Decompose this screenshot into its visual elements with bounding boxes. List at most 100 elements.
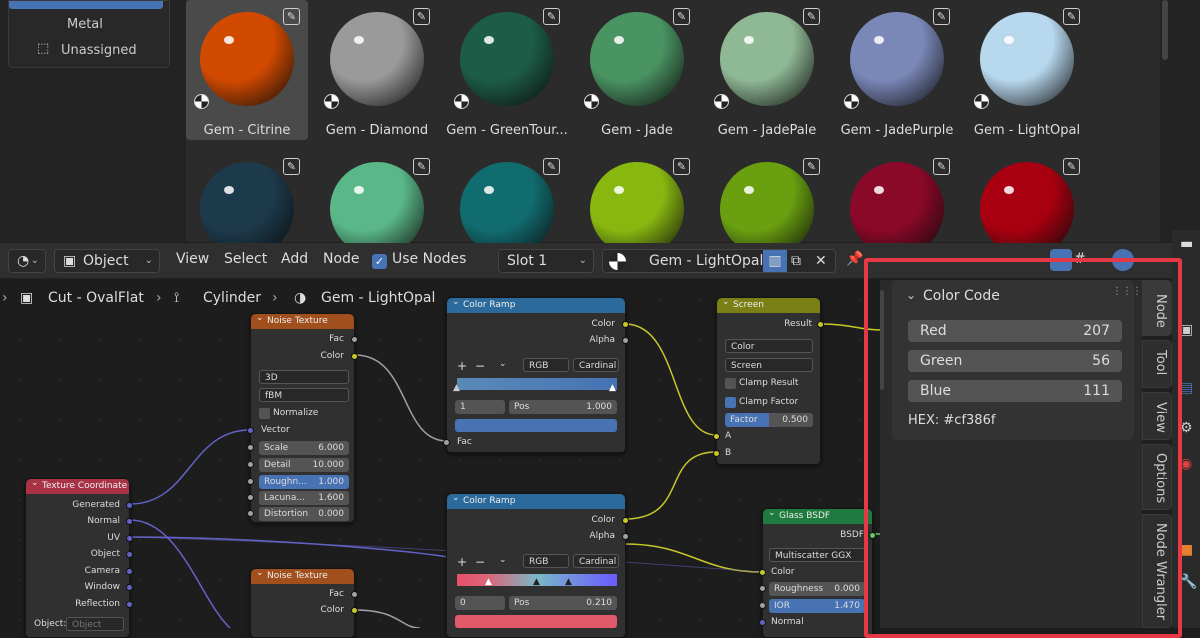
socket-object[interactable] <box>126 551 133 558</box>
socket-color[interactable] <box>351 353 358 360</box>
clamp-result-checkbox[interactable] <box>725 378 736 389</box>
ior-field[interactable]: IOR 1.470 <box>769 599 865 613</box>
socket-alpha[interactable] <box>622 337 629 344</box>
input-normal: Normal <box>771 617 804 627</box>
detail-field[interactable]: Detail 10.000 <box>259 458 349 472</box>
socket-scale[interactable] <box>247 444 254 451</box>
stop-color-swatch[interactable] <box>455 615 617 628</box>
add-stop-button[interactable]: + <box>457 555 467 569</box>
stop-marker[interactable]: ▲ <box>533 577 540 587</box>
chevron-right-icon: › <box>272 290 278 306</box>
breadcrumb-material: Gem - LightOpal <box>321 290 436 306</box>
socket-color[interactable] <box>351 607 358 614</box>
chevron-right-icon: › <box>2 290 8 306</box>
chevron-down-icon[interactable]: ⌄ <box>499 555 507 565</box>
socket-distortion[interactable] <box>247 510 254 517</box>
scale-field[interactable]: Scale 6.000 <box>259 441 349 455</box>
color-ramp-node[interactable]: Color Ramp Color Alpha + − ⌄ RGB Cardina… <box>443 295 629 453</box>
socket-generated[interactable] <box>126 502 133 509</box>
stop-position-field[interactable]: Pos 0.210 <box>509 596 617 610</box>
texture-coordinate-node[interactable]: Texture Coordinate Generated Normal UV O… <box>25 476 133 638</box>
socket-reflection[interactable] <box>126 601 133 608</box>
noise-texture-node[interactable]: Noise Texture Fac Color 3D fBM Normalize… <box>247 311 358 523</box>
dimensions-dropdown[interactable]: 3D <box>259 370 349 384</box>
noise-type-dropdown[interactable]: fBM <box>259 388 349 402</box>
color-mode-dropdown[interactable]: RGB <box>523 554 569 568</box>
stop-position-field[interactable]: Pos 1.000 <box>509 400 617 414</box>
glass-bsdf-node[interactable]: Glass BSDF BSDF Multiscatter GGX Color R… <box>759 506 876 638</box>
color-ramp-node-2[interactable]: Color Ramp Color Alpha + − ⌄ RGB Cardina… <box>446 491 629 638</box>
socket-roughness[interactable] <box>247 478 254 485</box>
interpolation-dropdown[interactable]: Cardinal <box>573 358 619 372</box>
socket-lacunarity[interactable] <box>247 494 254 501</box>
socket-normal[interactable] <box>126 518 133 525</box>
socket-color[interactable] <box>622 321 629 328</box>
edit-icon[interactable]: ✎ <box>1063 158 1080 175</box>
color-ramp-bar[interactable] <box>457 378 617 390</box>
distribution-dropdown[interactable]: Multiscatter GGX <box>769 548 865 562</box>
socket-alpha[interactable] <box>622 533 629 540</box>
socket-window[interactable] <box>126 584 133 591</box>
socket-uv[interactable] <box>126 535 133 542</box>
stop-marker[interactable]: ▲ <box>453 383 460 393</box>
input-a: A <box>725 431 732 441</box>
output-reflection: Reflection <box>75 599 120 609</box>
node-header[interactable]: Noise Texture <box>251 311 354 329</box>
add-stop-button[interactable]: + <box>457 359 467 373</box>
socket-vector[interactable] <box>247 427 254 434</box>
stop-marker-active[interactable]: ▲ <box>609 383 616 393</box>
socket-color[interactable] <box>622 517 629 524</box>
socket-detail[interactable] <box>247 461 254 468</box>
normalize-checkbox[interactable] <box>259 408 270 419</box>
stop-marker[interactable]: ▲ <box>565 577 572 587</box>
factor-slider[interactable]: Factor 0.500 <box>725 413 813 427</box>
socket-camera[interactable] <box>126 568 133 575</box>
edit-icon[interactable]: ✎ <box>933 8 950 25</box>
stop-color-swatch[interactable] <box>455 419 617 432</box>
remove-stop-button[interactable]: − <box>475 555 485 569</box>
scrollbar[interactable] <box>1162 0 1168 60</box>
socket-result[interactable] <box>817 321 824 328</box>
blend-mode-dropdown[interactable]: Screen <box>725 358 813 372</box>
roughness-field[interactable]: Roughn... 1.000 <box>259 475 349 489</box>
mesh-icon: ⟟ <box>174 290 180 306</box>
data-type-dropdown[interactable]: Color <box>725 339 813 353</box>
modifier-icon[interactable]: 🔧 <box>1180 574 1197 590</box>
material-preview <box>980 12 1074 106</box>
socket-roughness[interactable] <box>759 585 766 592</box>
distortion-field[interactable]: Distortion 0.000 <box>259 507 349 521</box>
output-bsdf: BSDF <box>840 530 864 540</box>
edit-icon[interactable]: ✎ <box>933 158 950 175</box>
clamp-factor-checkbox[interactable] <box>725 397 736 408</box>
socket-color[interactable] <box>759 569 766 576</box>
stop-index-field[interactable]: 0 <box>455 596 505 610</box>
chevron-down-icon[interactable]: ⌄ <box>499 359 507 369</box>
roughness-field[interactable]: Roughness 0.000 <box>769 582 865 596</box>
color-mode-dropdown[interactable]: RGB <box>523 358 569 372</box>
lacunarity-field[interactable]: Lacuna... 1.600 <box>259 491 349 505</box>
object-field[interactable]: Object <box>66 617 124 631</box>
node-header[interactable]: Noise Texture <box>251 566 354 584</box>
interpolation-dropdown[interactable]: Cardinal <box>573 554 619 568</box>
socket-fac[interactable] <box>351 591 358 598</box>
socket-ior[interactable] <box>759 602 766 609</box>
stop-index-field[interactable]: 1 <box>455 400 505 414</box>
stop-marker-active[interactable]: ▲ <box>485 577 492 587</box>
material-tile[interactable]: ✎ Gem - LightOpal <box>966 0 1088 140</box>
node-header[interactable]: Glass BSDF <box>763 506 872 524</box>
socket-b[interactable] <box>713 450 720 457</box>
breadcrumb-mesh: Cylinder <box>203 290 261 306</box>
node-header[interactable]: Screen <box>717 295 820 313</box>
node-header[interactable]: Color Ramp <box>447 491 625 509</box>
socket-fac[interactable] <box>351 336 358 343</box>
node-header[interactable]: Texture Coordinate <box>26 476 129 494</box>
tool-icon[interactable]: ▬ <box>1180 236 1193 252</box>
screen-mix-node[interactable]: Screen Result Color Screen Clamp Result … <box>713 295 824 465</box>
node-header[interactable]: Color Ramp <box>447 295 625 313</box>
remove-stop-button[interactable]: − <box>475 359 485 373</box>
socket-a[interactable] <box>713 433 720 440</box>
socket-normal[interactable] <box>759 619 766 626</box>
output-camera: Camera <box>84 566 120 576</box>
edit-icon[interactable]: ✎ <box>1063 8 1080 25</box>
socket-fac[interactable] <box>443 439 450 446</box>
